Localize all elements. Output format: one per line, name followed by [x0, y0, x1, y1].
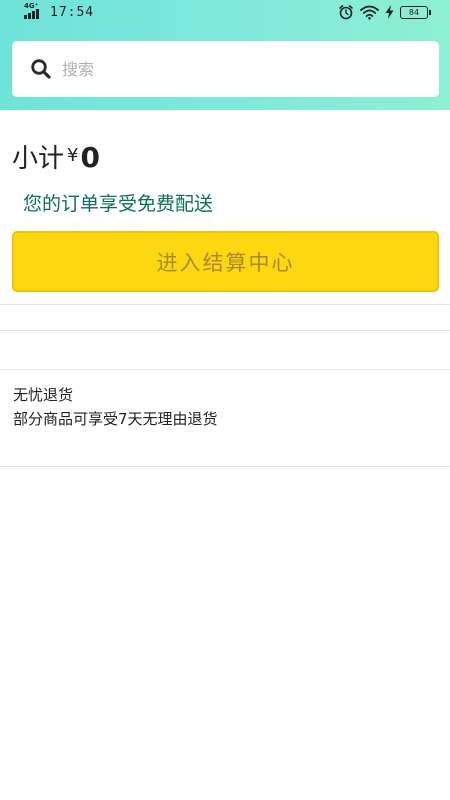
status-time: 17:54 [50, 4, 95, 20]
search-icon [31, 59, 51, 79]
status-bar-right: 84 [338, 3, 431, 21]
search-input[interactable] [62, 54, 402, 84]
divider [0, 466, 450, 467]
battery-level: 84 [408, 7, 420, 17]
divider [0, 330, 450, 331]
free-shipping-notice: 您的订单享受免费配送 [23, 193, 214, 215]
divider [0, 369, 450, 370]
status-bar-left: 4G⁺ 17:54 [24, 2, 94, 22]
subtotal-value: 0 [80, 141, 100, 174]
status-bar: 4G⁺ 17:54 84 [0, 0, 450, 24]
return-guarantee-title: 无忧退货 [13, 386, 74, 404]
alarm-clock-icon [339, 5, 353, 20]
checkout-button[interactable]: 进入结算中心 [12, 231, 439, 292]
charging-bolt-icon [385, 5, 394, 19]
wifi-icon [360, 5, 379, 20]
return-guarantee-description: 部分商品可享受7天无理由退货 [13, 410, 218, 428]
divider [0, 304, 450, 305]
subtotal-label: 小计 [12, 144, 65, 174]
search-bar[interactable] [12, 41, 439, 97]
battery-icon: 84 [400, 5, 431, 19]
return-guarantee-section: 无忧退货 部分商品可享受7天无理由退货 [13, 383, 218, 431]
currency-symbol: ¥ [67, 145, 79, 166]
cellular-signal-icon: 4G⁺ [24, 2, 44, 21]
cart-subtotal: 小计 ¥ 0 [12, 138, 100, 175]
header-bar: 4G⁺ 17:54 84 搜索 [0, 0, 450, 110]
